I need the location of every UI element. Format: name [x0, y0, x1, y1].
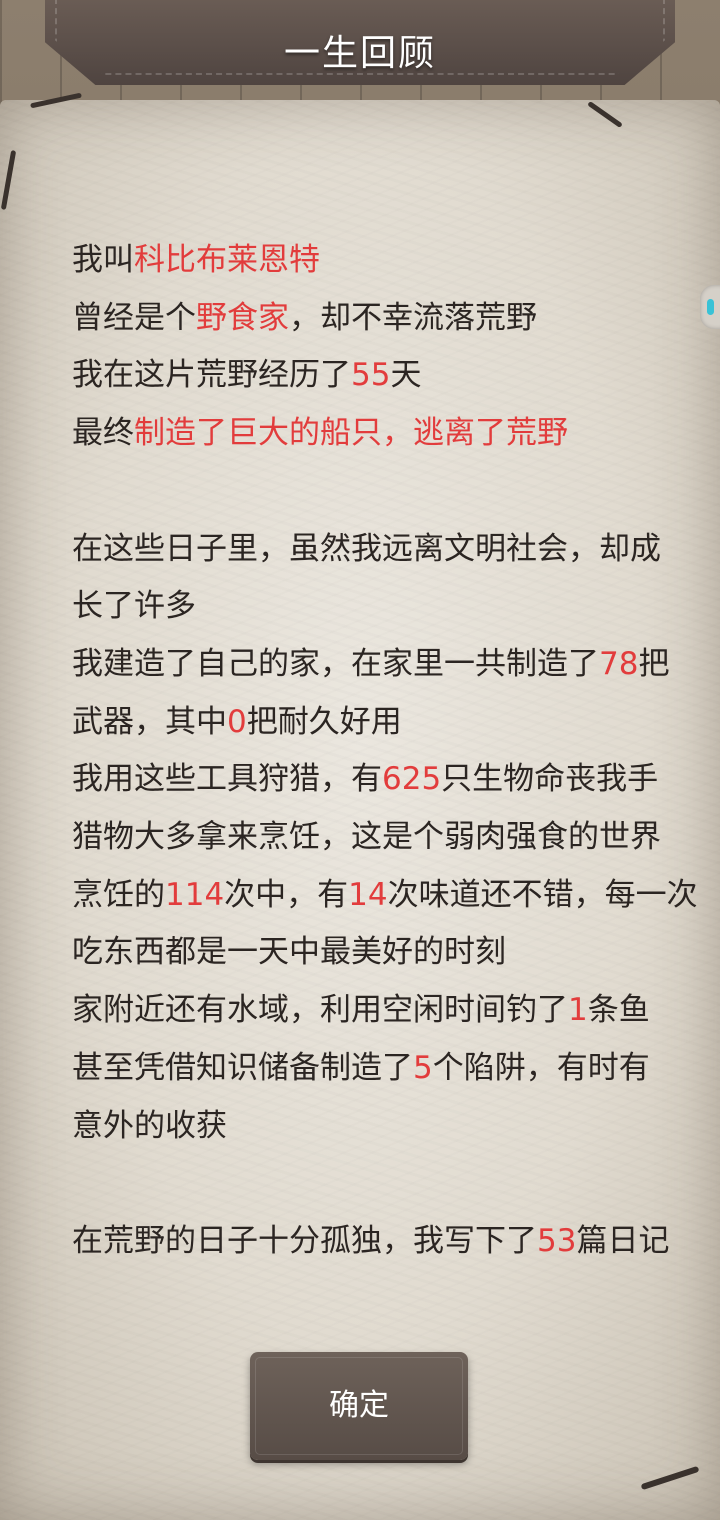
highlight-text: 78	[599, 645, 639, 682]
body-text: 甚至凭借知识储备制造了	[72, 1049, 413, 1086]
body-text: 最终	[72, 415, 134, 452]
highlight-text: 5	[413, 1049, 433, 1086]
life-summary-text: 我叫科比布莱恩特 曾经是个野食家，却不幸流落荒野 我在这片荒野经历了55天 最终制造了…	[72, 232, 698, 1271]
body-text: 长了许多	[72, 588, 196, 625]
highlight-text: 14	[348, 876, 388, 913]
body-text: 天	[390, 357, 422, 394]
summary-line: 甚至凭借知识储备制造了5个陷阱，有时有	[72, 1040, 652, 1098]
body-text: 我建造了自己的家，在家里一共制造了	[72, 645, 599, 682]
summary-line: 我建造了自己的家，在家里一共制造了78把	[72, 636, 669, 694]
summary-line: 家附近还有水域，利用空闲时间钓了1条鱼	[72, 982, 652, 1040]
body-text: 武器，其中	[72, 703, 227, 740]
summary-line: 我叫科比布莱恩特	[72, 232, 652, 290]
summary-line: 我在这片荒野经历了55天	[72, 347, 652, 405]
highlight-text: 制造了巨大的船只，逃离了荒野	[134, 415, 568, 452]
body-text: 次味道还不错，每一次	[387, 876, 698, 913]
body-text: 家附近还有水域，利用空闲时间钓了	[72, 992, 568, 1029]
summary-line: 我用这些工具狩猎，有625只生物命丧我手	[72, 751, 658, 809]
body-text: 我叫	[72, 242, 134, 278]
body-text: 曾经是个	[72, 299, 196, 336]
body-text: 吃东西都是一天中最美好的时刻	[72, 934, 506, 971]
body-text: ，却不幸流落荒野	[289, 299, 537, 336]
highlight-text: 1	[568, 992, 588, 1029]
body-text: 意外的收获	[72, 1107, 227, 1144]
highlight-text: 625	[382, 761, 442, 798]
summary-line: 在荒野的日子十分孤独，我写下了53篇日记	[72, 1213, 669, 1271]
body-text: 烹饪的	[72, 876, 165, 913]
body-text: 条鱼	[587, 992, 650, 1029]
body-text: 我在这片荒野经历了	[72, 357, 351, 394]
highlight-text: 114	[165, 876, 225, 913]
summary-line: 烹饪的114次中，有14次味道还不错，每一次	[72, 867, 698, 925]
highlight-text: 科比布莱恩特	[134, 242, 320, 278]
body-text: 个陷阱，有时有	[432, 1049, 650, 1086]
confirm-button[interactable]: 确定	[250, 1352, 468, 1460]
summary-line: 意外的收获	[72, 1098, 652, 1156]
summary-line: 在这些日子里，虽然我远离文明社会，却成	[72, 521, 661, 579]
body-text: 在这些日子里，虽然我远离文明社会，却成	[72, 530, 661, 567]
highlight-text: 55	[351, 357, 391, 394]
body-text: 篇日记	[576, 1222, 670, 1259]
page-title: 一生回顾	[283, 33, 436, 74]
body-text: 在荒野的日子十分孤独，我写下了	[72, 1222, 537, 1259]
body-text: 我用这些工具狩猎，有	[72, 761, 382, 798]
body-text: 猎物大多拿来烹饪，这是个弱肉强食的世界	[72, 819, 661, 856]
highlight-text: 53	[537, 1222, 577, 1259]
summary-line: 吃东西都是一天中最美好的时刻	[72, 924, 652, 982]
body-text: 只生物命丧我手	[441, 761, 659, 798]
highlight-text: 0	[227, 703, 247, 740]
summary-line: 武器，其中0把耐久好用	[72, 694, 652, 752]
side-pull-tab[interactable]	[700, 285, 720, 329]
summary-line: 最终制造了巨大的船只，逃离了荒野	[72, 405, 652, 463]
summary-line: 曾经是个野食家，却不幸流落荒野	[72, 290, 652, 348]
body-text: 把	[638, 645, 670, 682]
highlight-text: 野食家	[196, 299, 289, 336]
body-text: 次中，有	[224, 876, 349, 913]
summary-line: 长了许多	[72, 578, 652, 636]
summary-line: 猎物大多拿来烹饪，这是个弱肉强食的世界	[72, 809, 661, 867]
body-text: 把耐久好用	[246, 703, 402, 740]
